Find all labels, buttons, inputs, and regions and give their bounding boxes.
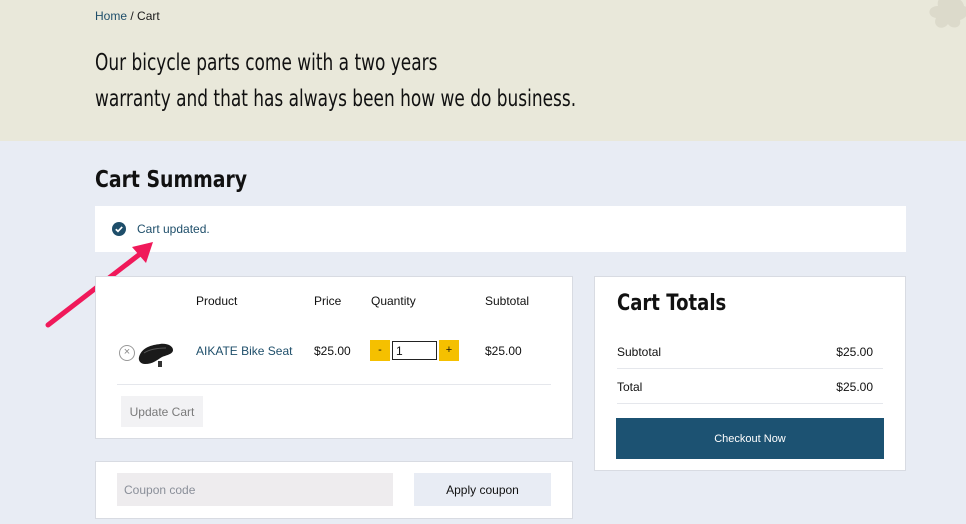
hero-tagline-line-1: Our bicycle parts come with a two years xyxy=(95,50,438,76)
column-header-quantity: Quantity xyxy=(371,294,416,308)
divider xyxy=(617,403,883,404)
coupon-code-input[interactable] xyxy=(117,473,393,506)
cart-updated-notice: Cart updated. xyxy=(95,206,906,252)
update-cart-button[interactable]: Update Cart xyxy=(121,396,203,427)
hero-tagline: Our bicycle parts come with a two years … xyxy=(95,45,577,117)
breadcrumb-current: Cart xyxy=(137,9,160,23)
total-value: $25.00 xyxy=(836,380,873,394)
product-price: $25.00 xyxy=(314,344,351,358)
apply-coupon-button[interactable]: Apply coupon xyxy=(414,473,551,506)
breadcrumb-home-link[interactable]: Home xyxy=(95,9,127,23)
column-header-price: Price xyxy=(314,294,342,308)
total-label: Total xyxy=(617,380,643,394)
coupon-section: Apply coupon xyxy=(95,461,573,519)
divider xyxy=(117,384,551,385)
subtotal-value: $25.00 xyxy=(836,345,873,359)
hero-tagline-line-2: warranty and that has always been how we… xyxy=(95,86,577,112)
quantity-increase-button[interactable]: + xyxy=(439,340,459,361)
page-title: Cart Summary xyxy=(95,167,248,193)
checkout-now-button[interactable]: Checkout Now xyxy=(616,418,884,459)
bike-seat-thumbnail[interactable] xyxy=(136,335,176,369)
cart-table: Product Price Quantity Subtotal × AIKATE… xyxy=(95,276,573,439)
product-subtotal: $25.00 xyxy=(485,344,522,358)
remove-item-button[interactable]: × xyxy=(119,345,135,361)
totals-subtotal-row: Subtotal $25.00 xyxy=(617,345,873,359)
product-name-link[interactable]: AIKATE Bike Seat xyxy=(196,344,293,358)
quantity-input[interactable] xyxy=(392,341,437,360)
column-header-product: Product xyxy=(196,294,238,308)
cart-totals-panel: Cart Totals Subtotal $25.00 Total $25.00… xyxy=(594,276,906,471)
breadcrumb-separator: / xyxy=(130,9,134,23)
subtotal-label: Subtotal xyxy=(617,345,662,359)
breadcrumb: Home / Cart xyxy=(95,9,160,23)
divider xyxy=(617,368,883,369)
totals-total-row: Total $25.00 xyxy=(617,380,873,394)
quantity-decrease-button[interactable]: - xyxy=(370,340,390,361)
column-header-subtotal: Subtotal xyxy=(485,294,530,308)
page-header-banner: Home / Cart Our bicycle parts come with … xyxy=(0,0,966,141)
leaf-decoration-icon xyxy=(929,0,966,28)
cart-totals-title: Cart Totals xyxy=(617,291,727,316)
